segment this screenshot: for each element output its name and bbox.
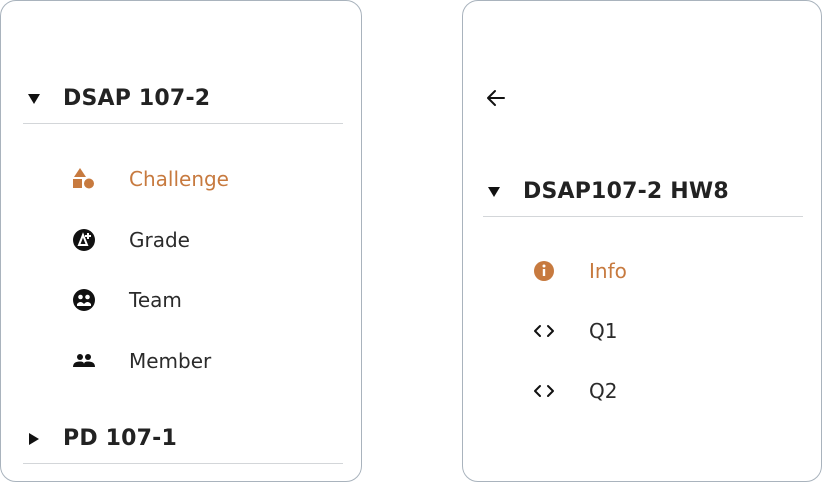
nav-item-label: Q1: [589, 319, 618, 343]
divider: [23, 123, 343, 124]
nav-item-q1[interactable]: Q1: [531, 318, 617, 344]
nav-item-grade[interactable]: Grade: [71, 227, 190, 253]
nav-item-label: Challenge: [129, 167, 229, 191]
grade-icon: [71, 227, 97, 253]
nav-item-label: Team: [129, 288, 182, 312]
arrow-left-icon: [486, 89, 506, 107]
caret-right-icon: [27, 432, 41, 446]
code-icon: [531, 378, 557, 404]
people-icon: [71, 348, 97, 374]
nav-item-label: Info: [589, 259, 627, 283]
info-icon: [531, 258, 557, 284]
nav-item-info[interactable]: Info: [531, 258, 627, 284]
back-button[interactable]: [483, 85, 509, 111]
group-header-pd-107-1[interactable]: PD 107-1: [27, 426, 177, 451]
divider: [483, 216, 803, 217]
group-header-dsap107-2-hw8[interactable]: DSAP107-2 HW8: [487, 179, 729, 204]
caret-down-icon: [487, 185, 501, 199]
nav-item-label: Member: [129, 349, 212, 373]
nav-item-label: Grade: [129, 228, 190, 252]
code-icon: [531, 318, 557, 344]
group-title: PD 107-1: [63, 426, 178, 451]
caret-down-icon: [27, 92, 41, 106]
nav-item-team[interactable]: Team: [71, 287, 182, 313]
shapes-icon: [71, 166, 97, 192]
nav-item-member[interactable]: Member: [71, 348, 211, 374]
group-title: DSAP107-2 HW8: [523, 179, 729, 204]
team-icon: [71, 287, 97, 313]
course-sidebar: DSAP 107-2 Challenge Grade Team Member P…: [0, 0, 362, 482]
assignment-sidebar: DSAP107-2 HW8 Info Q1 Q2: [462, 0, 822, 482]
divider: [23, 463, 343, 464]
nav-item-label: Q2: [589, 379, 618, 403]
group-title: DSAP 107-2: [63, 86, 211, 111]
nav-item-challenge[interactable]: Challenge: [71, 166, 229, 192]
nav-item-q2[interactable]: Q2: [531, 378, 617, 404]
group-header-dsap-107-2[interactable]: DSAP 107-2: [27, 86, 210, 111]
